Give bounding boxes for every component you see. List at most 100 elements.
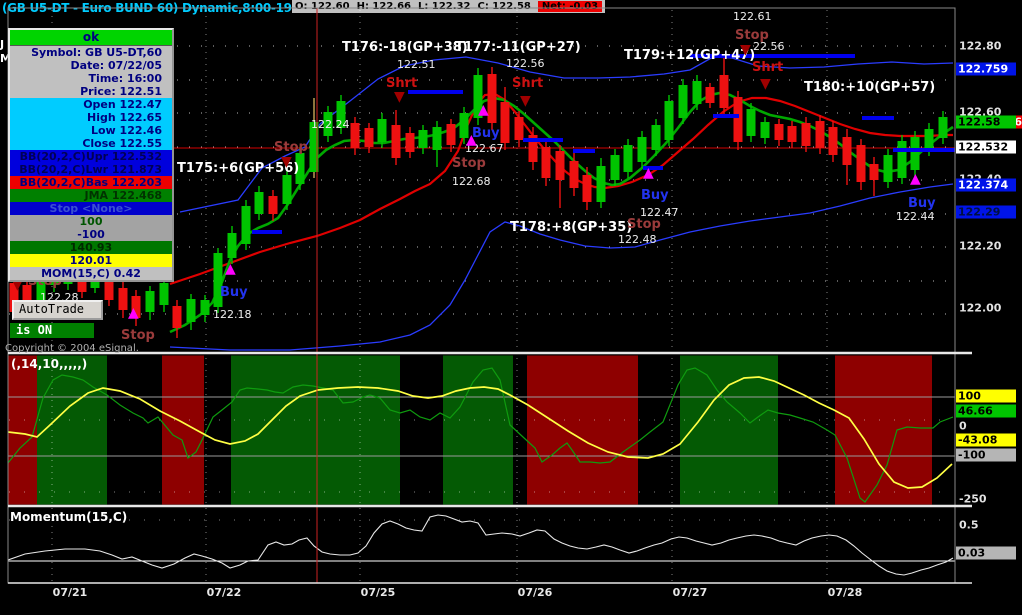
info-row: BB(20,2,C)Lwr 121.873 [10,163,172,176]
sell-arrow-icon: ▼ [520,93,531,109]
candle-body [391,125,401,158]
trade-result-label: T176:-18(GP+38) [342,40,468,55]
axis-value-badge: 100 [956,389,1016,403]
candle-body [842,137,852,165]
candle-body [377,119,387,142]
autotrade-button[interactable]: AutoTrade [12,300,103,320]
candle-body [637,137,647,162]
axis-value-badge: 122.374 [956,178,1016,192]
axis-value-badge: 46.66 [956,404,1016,418]
buy-arrow-icon: ▲ [643,165,654,181]
info-rows: Symbol: GB U5-DT,60 Date: 07/22/05 Time: 1… [10,46,172,280]
candle-body [828,127,838,155]
stop-signal-label: Stop [627,217,661,232]
esignal-chart-window: (GB U5-DT - Euro BUND 60) Dynamic,8:00-1… [0,0,1022,615]
candle-body [254,192,264,214]
price-tag-label: 122.18 [213,308,252,321]
candle-body [500,102,510,143]
candle-body [446,124,456,145]
candle-body [801,123,811,146]
axis-label: 122.80 [959,39,1002,53]
momentum-study-label: Momentum(15,C) [10,510,128,524]
candle-body [787,126,797,142]
axis-label: 122.00 [959,301,1002,315]
candle-body [774,124,784,140]
candle-body [924,129,934,150]
candle-body [678,85,688,118]
price-tag-label: 122.48 [618,233,657,246]
candle-body [159,283,169,305]
date-label: 07/27 [672,586,708,599]
price-tag-label: 122.24 [311,118,350,131]
osc-band-red [527,355,638,505]
data-window-panel: ok Symbol: GB U5-DT,60 Date: 07/22/05 Time… [8,28,174,282]
info-row: -100 [10,228,172,241]
trade-result-label: T180:+10(GP+57) [804,80,936,95]
sell-arrow-icon: ▼ [281,154,292,170]
candle-body [145,291,155,312]
axis-value-badge: 122.532 [956,140,1016,154]
price-tag-label: 122.51 [397,58,436,71]
buy-signal-label: Buy [641,188,669,203]
info-row: MOM(15,C) 0.42 [10,267,172,280]
candle-body [692,81,702,104]
candle-body [241,206,251,244]
candle-body [869,164,879,180]
copyright-text: Copyright © 2004 eSignal. [5,343,139,354]
buy-arrow-icon: ▲ [128,305,139,321]
date-label: 07/22 [206,586,242,599]
buy-arrow-icon: ▲ [910,171,921,187]
axis-value-badge: -43.08 [956,433,1016,447]
axis-label: -250 [959,492,987,506]
info-row: Symbol: GB U5-DT,60 [10,46,172,59]
candle-body [118,288,128,310]
osc-band-black [638,355,680,505]
info-row: BB(20,2,C)Bas 122.203 [10,176,172,189]
axis-label: 0 [959,419,967,433]
price-tag-label: 122.44 [896,210,935,223]
info-row: Low 122.46 [10,124,172,137]
info-row: 100 [10,215,172,228]
osc-band-black [204,355,231,505]
candle-body [897,141,907,178]
candle-body [514,117,524,140]
stop-signal-label: Stop [274,140,308,155]
candle-body [541,147,551,178]
autotrade-status-toggle[interactable]: is ON [10,323,94,338]
info-row: Date: 07/22/05 [10,59,172,72]
candle-body [104,280,114,300]
momentum-line [8,514,954,576]
short-signal-label: Shrt [752,60,784,75]
candle-body [227,233,237,258]
buy-signal-label: Buy [908,196,936,211]
candle-body [364,128,374,147]
osc-band-green [37,355,107,505]
axis-value-badge: 0.03 [956,546,1016,560]
osc-band-black [932,355,955,505]
oscillator-study-label: (,14,10,,,,,) [11,357,88,371]
info-row: Open 122.47 [10,98,172,111]
candle-body [760,122,770,138]
trade-result-label: T177:-11(GP+27) [455,40,581,55]
trade-result-label: T178:+8(GP+35) [510,220,633,235]
candle-body [200,300,210,315]
candle-body [746,109,756,136]
candle-body [623,145,633,172]
candle-body [418,130,428,148]
candle-body [282,175,292,204]
candle-body [815,121,825,148]
candle-body [651,125,661,150]
axis-label: 0.5 [959,518,979,532]
date-label: 07/25 [360,586,396,599]
ok-button[interactable]: ok [10,30,172,46]
candle-body [186,299,196,322]
price-tag-label: 122.68 [452,175,491,188]
candle-body [733,97,743,142]
info-row: 140.93 [10,241,172,254]
candle-body [719,75,729,108]
info-row: Price: 122.51 [10,85,172,98]
candle-body [405,133,415,152]
sell-arrow-icon: ▼ [760,76,771,92]
short-signal-label: Shrt [512,76,544,91]
osc-band-green [443,355,513,505]
